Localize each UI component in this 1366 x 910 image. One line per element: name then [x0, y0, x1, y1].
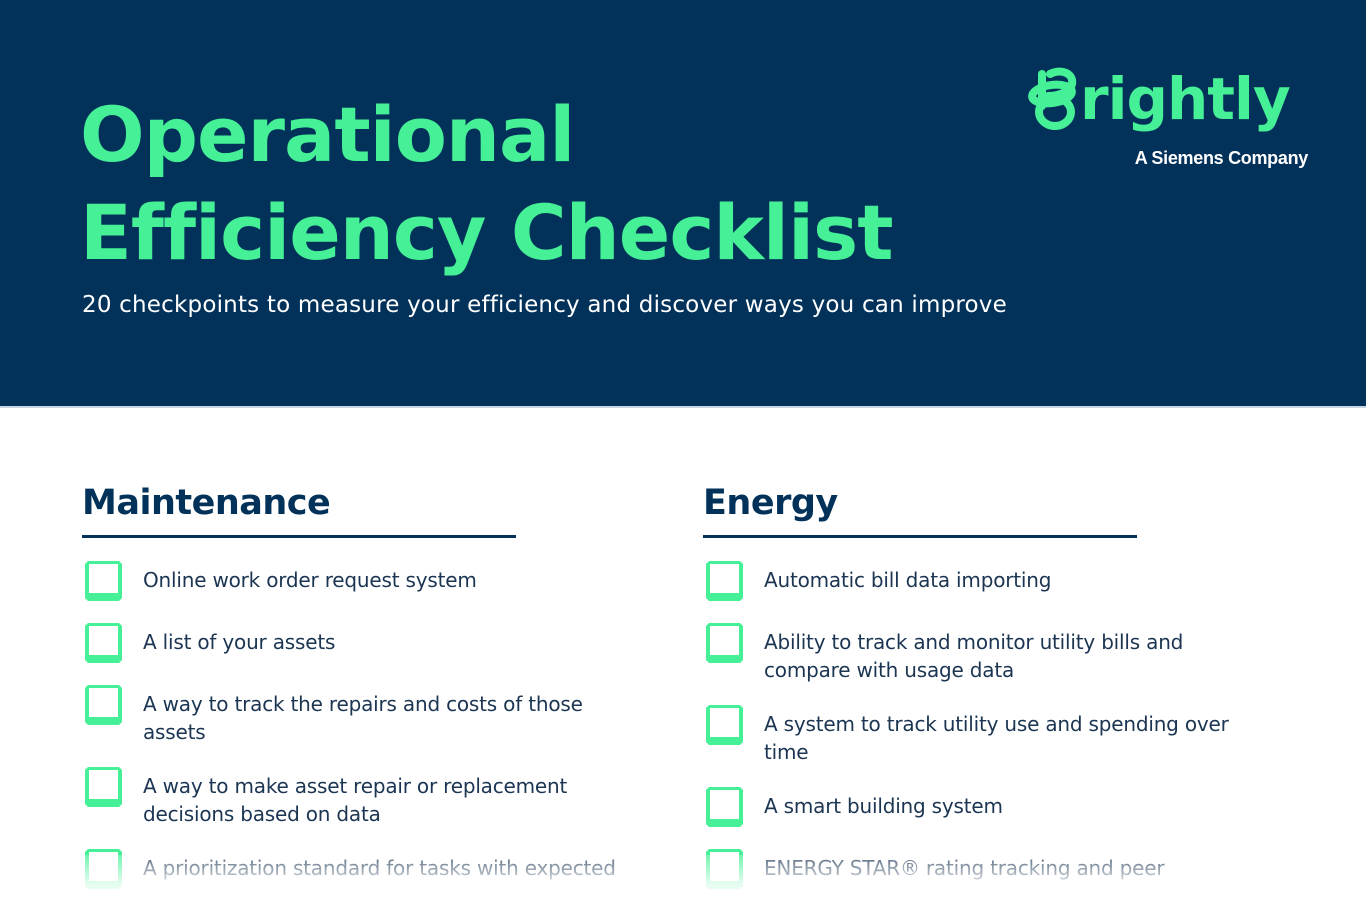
- checklist-item-label: A list of your assets: [143, 630, 336, 654]
- checklist-item: Automatic bill data importing: [703, 560, 1263, 602]
- logo-tagline: A Siemens Company: [1134, 148, 1309, 168]
- checkbox[interactable]: [706, 849, 746, 889]
- checkbox-square-icon: [706, 849, 743, 889]
- logo-text: rightly: [1080, 65, 1291, 133]
- checklist-item: A prioritization standard for tasks with…: [82, 848, 642, 890]
- section-heading: Maintenance: [82, 483, 331, 523]
- checklist: Automatic bill data importing Ability to …: [703, 560, 1263, 890]
- header-banner: Operational Efficiency Checklist 20 chec…: [0, 0, 1366, 408]
- checkbox-square-icon: [85, 767, 122, 807]
- checklist-item: A smart building system: [703, 786, 1263, 828]
- checkbox-square-icon: [706, 787, 743, 827]
- title-line-2: Efficiency Checklist: [80, 188, 894, 277]
- checklist-item-label: A way to make asset repair or replacemen…: [143, 774, 568, 826]
- checklist-item-label: A system to track utility use and spendi…: [764, 712, 1229, 764]
- title-line-1: Operational: [80, 90, 575, 179]
- checklist-item: A system to track utility use and spendi…: [703, 704, 1263, 766]
- checklist-item: A list of your assets: [82, 622, 642, 664]
- page-subtitle: 20 checkpoints to measure your efficienc…: [82, 292, 1007, 318]
- checkbox[interactable]: [706, 561, 746, 601]
- brightly-b-loop-icon: [1028, 67, 1077, 130]
- checklist-item-label: Online work order request system: [143, 568, 477, 592]
- checkbox[interactable]: [85, 685, 125, 725]
- checkbox-square-icon: [85, 561, 122, 601]
- checklist-item: ENERGY STAR® rating tracking and peer: [703, 848, 1263, 890]
- section-maintenance: Maintenance Online work order request sy…: [82, 478, 642, 910]
- checkbox[interactable]: [85, 561, 125, 601]
- checkbox[interactable]: [85, 849, 125, 889]
- checkbox[interactable]: [85, 623, 125, 663]
- section-divider: [82, 535, 516, 538]
- checkbox-square-icon: [85, 623, 122, 663]
- checklist-item: A way to track the repairs and costs of …: [82, 684, 642, 746]
- checklist-item: Online work order request system: [82, 560, 642, 602]
- checkbox-square-icon: [85, 685, 122, 725]
- checkbox-square-icon: [706, 623, 743, 663]
- checkbox[interactable]: [706, 787, 746, 827]
- checkbox[interactable]: [706, 623, 746, 663]
- section-energy: Energy Automatic bill data importing Abil…: [703, 478, 1263, 910]
- checklist: Online work order request system A list o…: [82, 560, 642, 890]
- checklist-item-label: Automatic bill data importing: [764, 568, 1052, 592]
- checklist-item-label: Ability to track and monitor utility bil…: [764, 630, 1184, 682]
- checkbox-square-icon: [706, 561, 743, 601]
- checklist-item-label: ENERGY STAR® rating tracking and peer: [764, 856, 1165, 880]
- checkbox-square-icon: [85, 849, 122, 889]
- checklist-item: Ability to track and monitor utility bil…: [703, 622, 1263, 684]
- section-divider: [703, 535, 1137, 538]
- checklist-item-label: A prioritization standard for tasks with…: [143, 856, 616, 880]
- checklist-item: A way to make asset repair or replacemen…: [82, 766, 642, 828]
- section-heading: Energy: [703, 483, 838, 523]
- checklist-item-label: A smart building system: [764, 794, 1003, 818]
- checkbox[interactable]: [85, 767, 125, 807]
- checklist-item-label: A way to track the repairs and costs of …: [143, 692, 583, 744]
- checkbox-square-icon: [706, 705, 743, 745]
- page-title: Operational Efficiency Checklist: [80, 86, 894, 282]
- brightly-logo: rightly A Siemens Company: [1028, 66, 1318, 176]
- checkbox[interactable]: [706, 705, 746, 745]
- logo-wordmark: rightly: [1028, 65, 1291, 133]
